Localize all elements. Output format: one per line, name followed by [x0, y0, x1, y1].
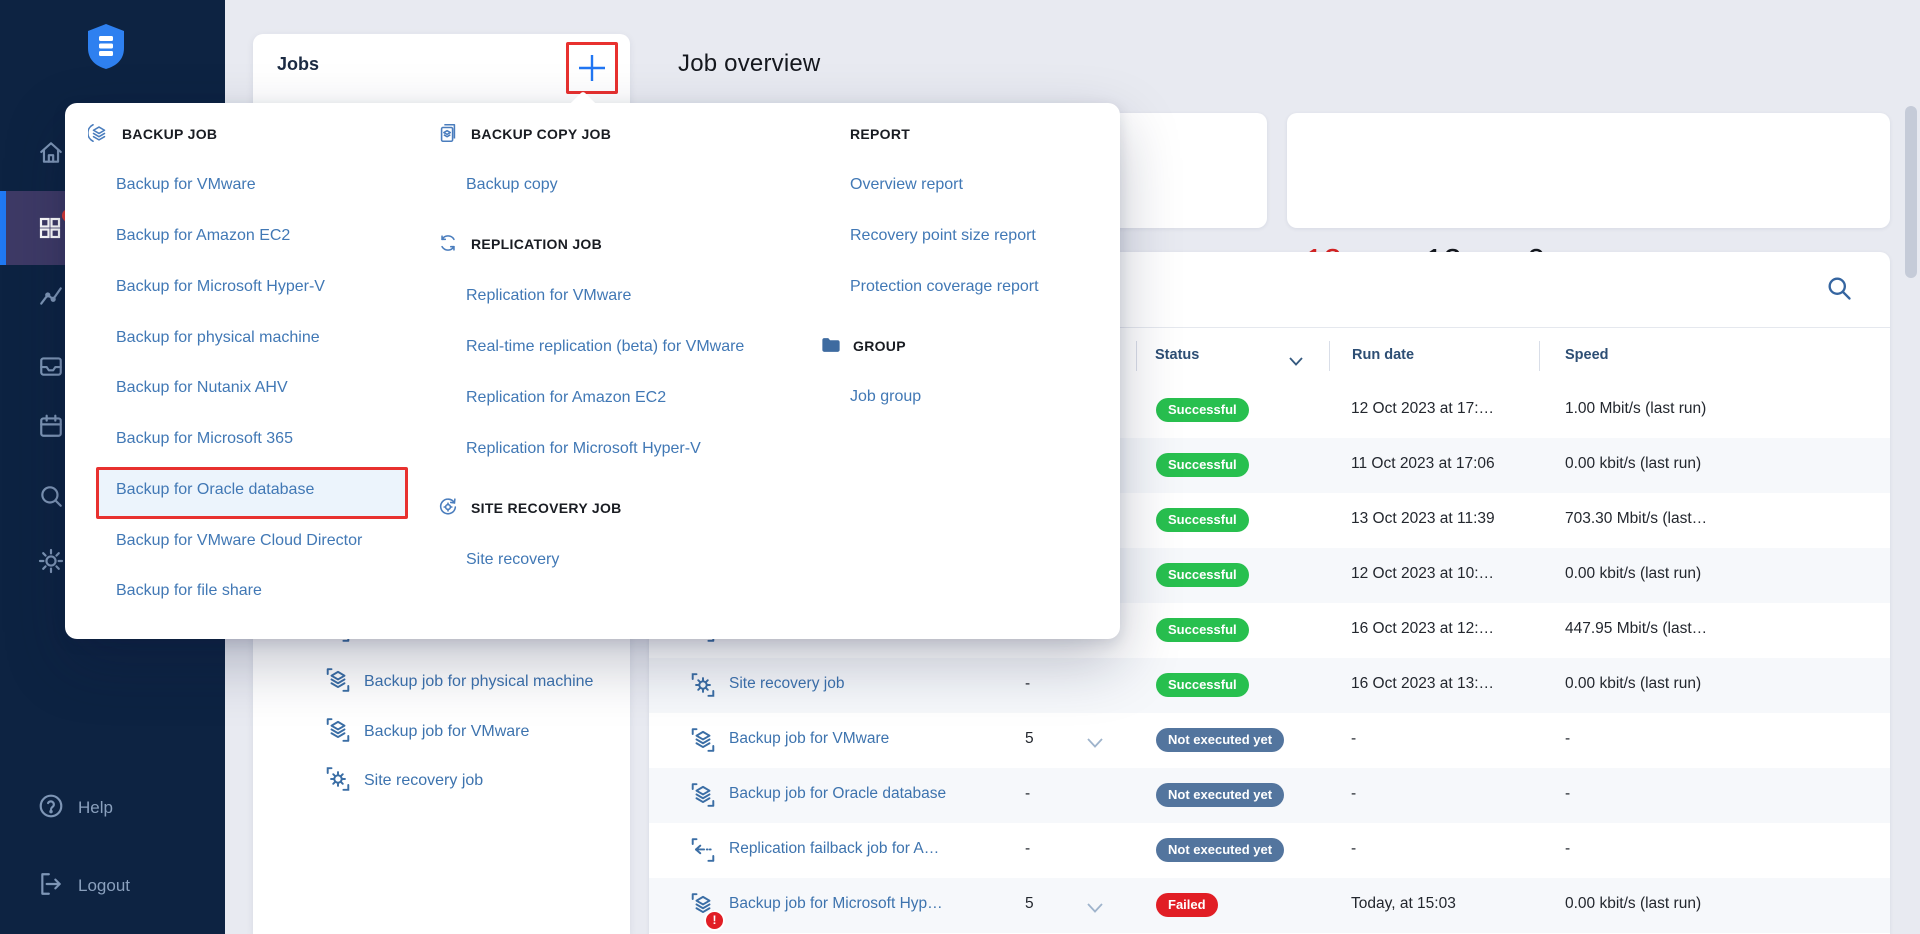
- menu-item-replication-amazon[interactable]: Replication for Amazon EC2: [466, 389, 666, 413]
- menu-item-backup-copy[interactable]: Backup copy: [466, 176, 558, 200]
- menu-section-replication-job: REPLICATION JOB: [437, 232, 602, 256]
- menu-section-report: REPORT: [850, 122, 910, 146]
- table-row[interactable]: Backup job for VMware 5 Not executed yet…: [649, 713, 1890, 768]
- status-badge: Not executed yet: [1156, 728, 1284, 752]
- table-row[interactable]: Backup job for Oracle database - Not exe…: [649, 768, 1890, 823]
- menu-item-replication-vmware[interactable]: Replication for VMware: [466, 287, 631, 311]
- jobs-list-item-label: Site recovery job: [364, 772, 483, 790]
- menu-item-backup-nutanix[interactable]: Backup for Nutanix AHV: [116, 379, 288, 403]
- jobs-list-item[interactable]: Site recovery job: [325, 766, 483, 796]
- expand-chevron-icon[interactable]: [1087, 900, 1103, 918]
- help-label: Help: [78, 798, 113, 818]
- jobs-list-item-label: Backup job for physical machine: [364, 673, 593, 691]
- backup-job-icon: [88, 122, 110, 147]
- sidebar-item-logout[interactable]: Logout: [0, 860, 225, 912]
- backup-copy-job-icon: [437, 122, 459, 147]
- sort-chevron-icon[interactable]: [1289, 353, 1303, 371]
- column-header-run-date[interactable]: Run date: [1352, 347, 1414, 363]
- column-header-speed[interactable]: Speed: [1565, 347, 1609, 363]
- table-row[interactable]: ! Backup job for Microsoft Hyp… 5 Failed…: [649, 878, 1890, 933]
- add-job-button[interactable]: [566, 42, 618, 94]
- scrollbar-thumb[interactable]: [1905, 106, 1917, 278]
- menu-item-backup-amazon-ec2[interactable]: Backup for Amazon EC2: [116, 227, 290, 251]
- stats-card: 12 Issues 12 Jobs 0 Running More: [1287, 113, 1890, 228]
- menu-item-backup-file-share[interactable]: Backup for file share: [116, 582, 262, 606]
- menu-section-site-recovery-job: SITE RECOVERY JOB: [437, 496, 622, 520]
- jobs-list-item[interactable]: Backup job for physical machine: [325, 667, 593, 697]
- plus-icon: [570, 46, 614, 90]
- replication-job-icon: [437, 232, 459, 257]
- menu-item-job-group[interactable]: Job group: [850, 388, 921, 412]
- folder-icon: [821, 336, 841, 357]
- analytics-icon: [38, 283, 64, 314]
- app-logo-shield-icon: [84, 22, 128, 75]
- scrollbar-track[interactable]: [1902, 0, 1920, 934]
- calendar-icon: [38, 413, 64, 444]
- menu-item-site-recovery[interactable]: Site recovery: [466, 551, 559, 575]
- replication-failback-icon: [690, 837, 716, 868]
- help-icon: [38, 793, 64, 824]
- menu-section-backup-copy-job: BACKUP COPY JOB: [437, 122, 611, 146]
- status-badge: Successful: [1156, 563, 1249, 587]
- menu-item-backup-physical[interactable]: Backup for physical machine: [116, 329, 320, 353]
- expand-chevron-icon[interactable]: [1087, 735, 1103, 753]
- status-badge: Successful: [1156, 508, 1249, 532]
- home-icon: [38, 140, 64, 171]
- gear-icon: [38, 548, 64, 579]
- status-badge: Failed: [1156, 893, 1218, 917]
- sidebar-item-help[interactable]: Help: [0, 782, 225, 834]
- backup-job-icon: [690, 782, 716, 813]
- menu-item-overview-report[interactable]: Overview report: [850, 176, 963, 200]
- column-separator: [1539, 341, 1540, 371]
- search-icon[interactable]: [1825, 274, 1853, 307]
- table-row[interactable]: Replication failback job for A… - Not ex…: [649, 823, 1890, 878]
- page-title: Job overview: [678, 50, 820, 78]
- menu-section-backup-job: BACKUP JOB: [88, 122, 217, 146]
- jobs-list-item-label: Backup job for VMware: [364, 723, 529, 741]
- backup-job-icon: [690, 727, 716, 758]
- menu-item-backup-vcd[interactable]: Backup for VMware Cloud Director: [116, 532, 362, 556]
- menu-item-backup-hyper-v[interactable]: Backup for Microsoft Hyper-V: [116, 278, 325, 302]
- status-badge: Not executed yet: [1156, 838, 1284, 862]
- column-header-status[interactable]: Status: [1155, 347, 1199, 363]
- error-badge-icon: !: [704, 910, 725, 931]
- status-badge: Not executed yet: [1156, 783, 1284, 807]
- menu-section-group: GROUP: [821, 334, 906, 358]
- site-recovery-job-icon: [437, 496, 459, 521]
- column-separator: [1136, 341, 1137, 371]
- backup-job-icon: [325, 667, 351, 698]
- logout-label: Logout: [78, 876, 130, 896]
- menu-item-protection-coverage-report[interactable]: Protection coverage report: [850, 278, 1039, 302]
- column-separator: [1329, 341, 1330, 371]
- menu-item-replication-hyper-v[interactable]: Replication for Microsoft Hyper-V: [466, 440, 701, 464]
- status-badge: Successful: [1156, 673, 1249, 697]
- menu-item-realtime-replication[interactable]: Real-time replication (beta) for VMware: [466, 338, 744, 362]
- table-row[interactable]: Site recovery job - Successful 16 Oct 20…: [649, 658, 1890, 713]
- logout-icon: [38, 871, 64, 902]
- status-badge: Successful: [1156, 453, 1249, 477]
- menu-item-backup-vmware[interactable]: Backup for VMware: [116, 176, 256, 200]
- status-badge: Successful: [1156, 618, 1249, 642]
- jobs-list-item[interactable]: Backup job for VMware: [325, 717, 529, 747]
- menu-item-backup-oracle[interactable]: Backup for Oracle database: [116, 481, 314, 505]
- app-window: Help Logout Jobs Backup job for physical…: [0, 0, 1920, 934]
- status-badge: Successful: [1156, 398, 1249, 422]
- menu-item-backup-m365[interactable]: Backup for Microsoft 365: [116, 430, 293, 454]
- backup-job-icon: [325, 717, 351, 748]
- site-recovery-job-icon: [325, 766, 351, 797]
- search-icon: [38, 483, 64, 514]
- menu-item-recovery-point-size-report[interactable]: Recovery point size report: [850, 227, 1036, 251]
- add-job-dropdown-menu: BACKUP JOB Backup for VMware Backup for …: [65, 103, 1120, 639]
- inbox-icon: [38, 353, 64, 384]
- site-recovery-job-icon: [690, 672, 716, 703]
- jobs-panel-title: Jobs: [277, 54, 319, 75]
